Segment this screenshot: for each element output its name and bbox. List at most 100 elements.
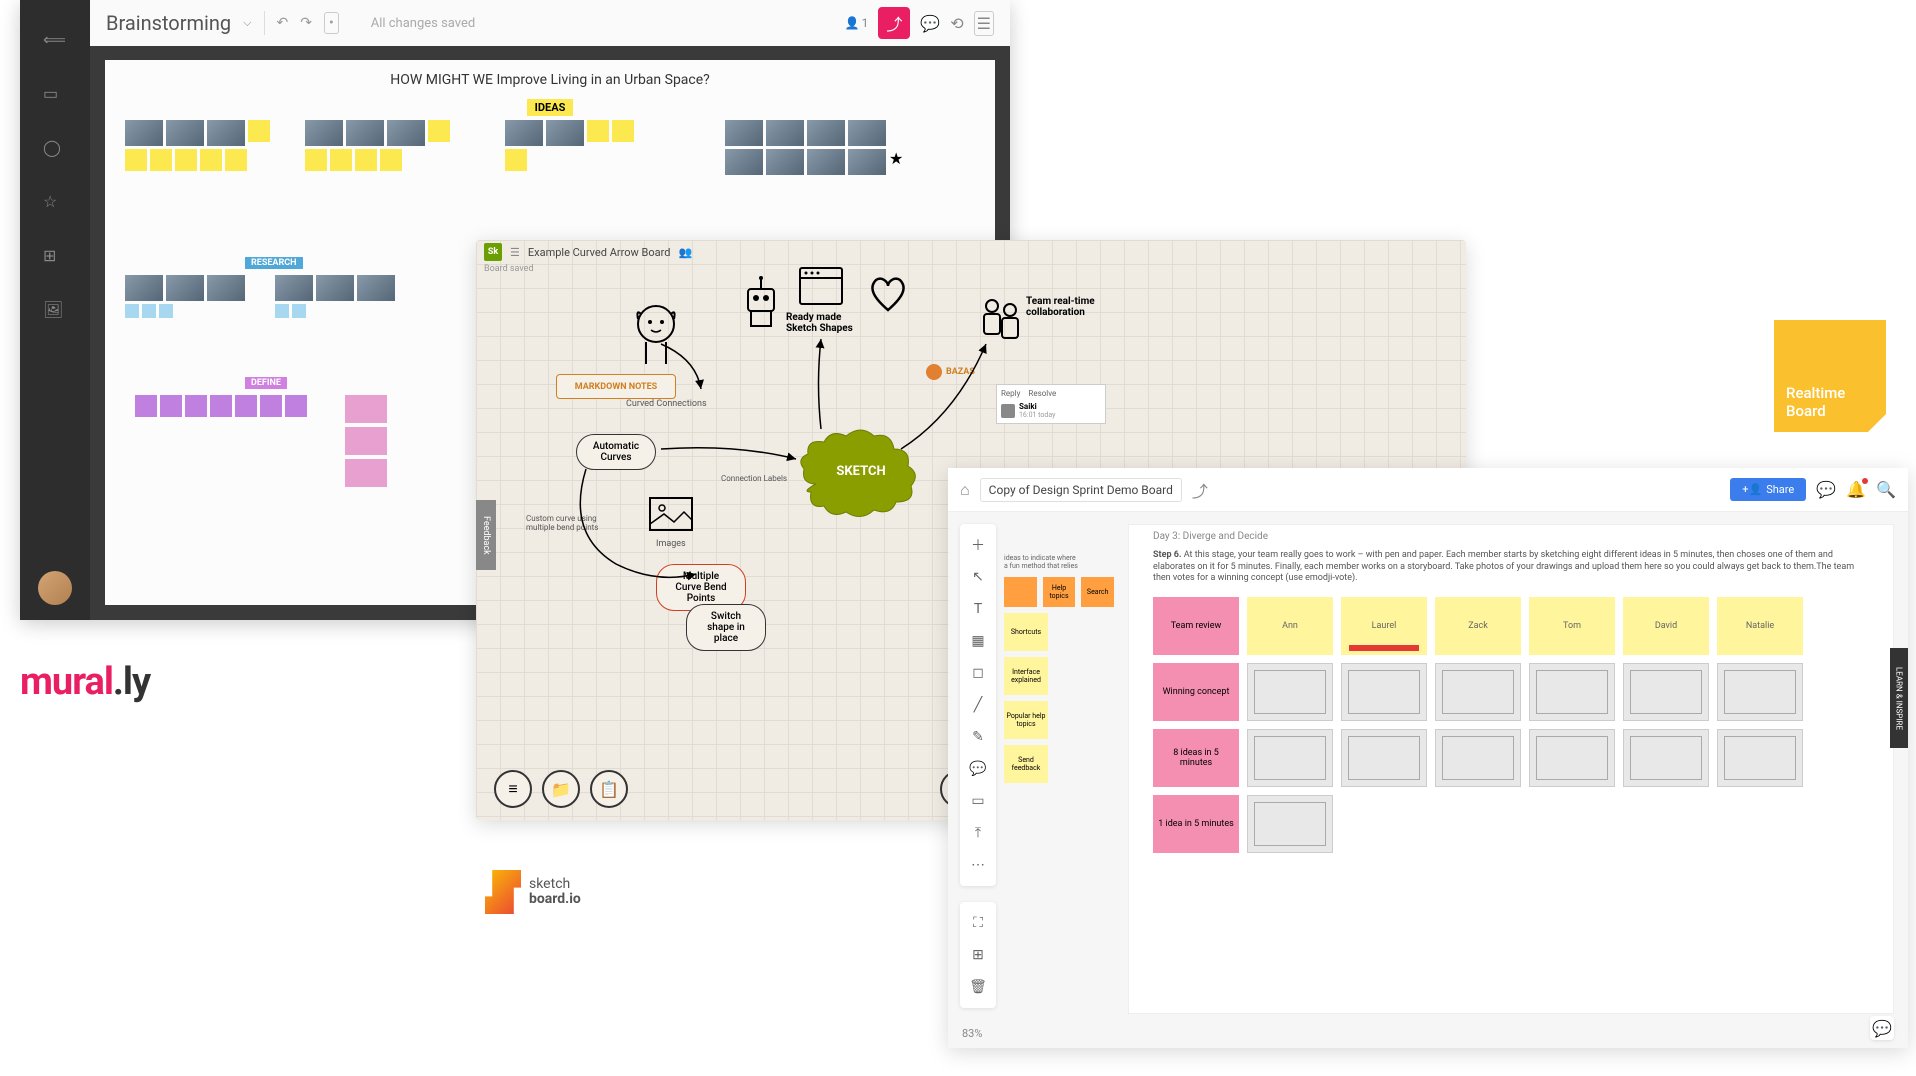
sticky-note[interactable] [292, 304, 306, 318]
image-thumb[interactable] [387, 120, 425, 146]
browser-doodle[interactable] [796, 264, 846, 312]
sticky-note[interactable] [142, 304, 156, 318]
wireframe-photo[interactable] [1435, 729, 1521, 787]
export-icon[interactable]: ⤴ [1192, 478, 1208, 502]
wireframe-photo[interactable] [1341, 729, 1427, 787]
help-sticky[interactable] [1004, 577, 1037, 607]
image-thumb[interactable] [316, 275, 354, 301]
comment-panel[interactable]: Reply Resolve Saiki 16:01 today [996, 384, 1106, 424]
sticky-note[interactable] [345, 427, 387, 455]
rtb-board-frame[interactable]: Day 3: Diverge and Decide Step 6. At thi… [1128, 524, 1894, 1014]
board-name[interactable]: Example Curved Arrow Board [528, 246, 671, 259]
sketch-cloud[interactable]: SKETCH [796, 424, 926, 524]
heart-doodle[interactable] [866, 274, 910, 318]
chevron-down-icon[interactable]: ⌵ [243, 16, 251, 30]
image-thumb[interactable] [275, 275, 313, 301]
share-button[interactable]: ⤴ [878, 7, 910, 39]
image-icon[interactable]: 🖼 [43, 300, 67, 324]
frame-icon[interactable]: ▭ [960, 786, 996, 816]
upload-icon[interactable]: ⤒ [960, 818, 996, 848]
sticky-note[interactable] [125, 149, 147, 171]
image-thumb[interactable] [207, 275, 245, 301]
sticky-note[interactable] [275, 304, 289, 318]
image-thumb[interactable] [725, 149, 763, 175]
column-header-sticky[interactable]: David [1623, 597, 1709, 655]
help-sticky[interactable]: Shortcuts [1004, 613, 1048, 651]
research-cluster-1[interactable] [125, 275, 255, 318]
research-cluster-2[interactable] [275, 275, 405, 318]
wireframe-photo[interactable] [1717, 729, 1803, 787]
markdown-note-box[interactable]: MARKDOWN NOTES [556, 374, 676, 399]
menu-icon[interactable]: ☰ [510, 246, 520, 259]
sticky-note[interactable] [210, 395, 232, 417]
layers-button[interactable]: ≡ [494, 770, 532, 808]
ideas-cluster-3[interactable] [505, 120, 645, 171]
image-thumb[interactable] [766, 149, 804, 175]
list-icon[interactable]: ☰ [974, 11, 994, 36]
wireframe-photo[interactable] [1341, 663, 1427, 721]
image-thumb[interactable] [766, 120, 804, 146]
sticky-note[interactable] [587, 120, 609, 142]
sticky-note[interactable] [260, 395, 282, 417]
redo-icon[interactable]: ↷ [300, 15, 312, 31]
more-icon[interactable]: ⋯ [960, 850, 996, 880]
image-thumb[interactable] [848, 149, 886, 175]
define-column[interactable] [345, 395, 387, 487]
sticky-note[interactable] [345, 395, 387, 423]
sticky-note[interactable] [160, 395, 182, 417]
column-header-sticky[interactable]: Tom [1529, 597, 1615, 655]
learn-inspire-tab[interactable]: LEARN & INSPIRE [1890, 648, 1908, 748]
notification-icon[interactable]: 🔔 [1846, 480, 1866, 499]
marker-icon[interactable]: • [324, 12, 339, 34]
sticky-note[interactable] [185, 395, 207, 417]
sticky-note[interactable] [248, 120, 270, 142]
share-button[interactable]: +👤 Share [1730, 478, 1806, 501]
sticky-note[interactable] [175, 149, 197, 171]
star-icon[interactable]: ☆ [43, 192, 67, 216]
help-sticky[interactable]: Interface explained [1004, 657, 1048, 695]
trash-icon[interactable]: 🗑 [960, 972, 996, 1002]
image-thumb[interactable] [207, 120, 245, 146]
ideas-cluster-4[interactable]: ★ [725, 120, 925, 175]
board-title[interactable]: Copy of Design Sprint Demo Board [980, 478, 1182, 502]
user-count[interactable]: 👤 1 [845, 16, 869, 30]
sticky-note[interactable] [612, 120, 634, 142]
resolve-action[interactable]: Resolve [1028, 389, 1056, 398]
wireframe-photo[interactable] [1529, 663, 1615, 721]
wireframe-photo[interactable] [1623, 729, 1709, 787]
activity-icon[interactable]: ⟲ [950, 14, 963, 33]
help-sticky[interactable]: Search [1081, 577, 1114, 607]
search-icon[interactable]: 🔍 [1876, 480, 1896, 499]
row-header-sticky[interactable]: 1 idea in 5 minutes [1153, 795, 1239, 853]
sticky-icon[interactable]: ▦ [960, 626, 996, 656]
wireframe-photo[interactable] [1247, 795, 1333, 853]
sticky-note[interactable] [505, 149, 527, 171]
board-title[interactable]: Brainstorming [106, 11, 231, 35]
help-sticky[interactable]: Send feedback [1004, 745, 1048, 783]
sticky-note[interactable] [285, 395, 307, 417]
image-thumb[interactable] [807, 120, 845, 146]
row-header-sticky[interactable]: Team review [1153, 597, 1239, 655]
sticky-note[interactable] [135, 395, 157, 417]
sticky-note[interactable] [345, 459, 387, 487]
row-header-sticky[interactable]: Winning concept [1153, 663, 1239, 721]
column-header-sticky[interactable]: Laurel [1341, 597, 1427, 655]
sticky-note[interactable] [428, 120, 450, 142]
image-thumb[interactable] [166, 120, 204, 146]
image-thumb[interactable] [807, 149, 845, 175]
image-thumb[interactable] [125, 120, 163, 146]
image-thumb[interactable] [546, 120, 584, 146]
image-thumb[interactable] [725, 120, 763, 146]
automatic-curves-box[interactable]: Automatic Curves [576, 434, 656, 470]
line-icon[interactable]: ╱ [960, 690, 996, 720]
sticky-note[interactable] [225, 149, 247, 171]
help-sticky[interactable]: Popular help topics [1004, 701, 1048, 739]
ideas-cluster-2[interactable] [305, 120, 465, 171]
sticky-note[interactable] [159, 304, 173, 318]
fullscreen-icon[interactable]: ⛶ [960, 908, 996, 938]
column-header-sticky[interactable]: Natalie [1717, 597, 1803, 655]
comment-icon[interactable]: 💬 [960, 754, 996, 784]
chat-widget[interactable]: 💬 [1870, 1016, 1894, 1040]
define-cluster[interactable] [135, 395, 315, 417]
image-thumb[interactable] [505, 120, 543, 146]
